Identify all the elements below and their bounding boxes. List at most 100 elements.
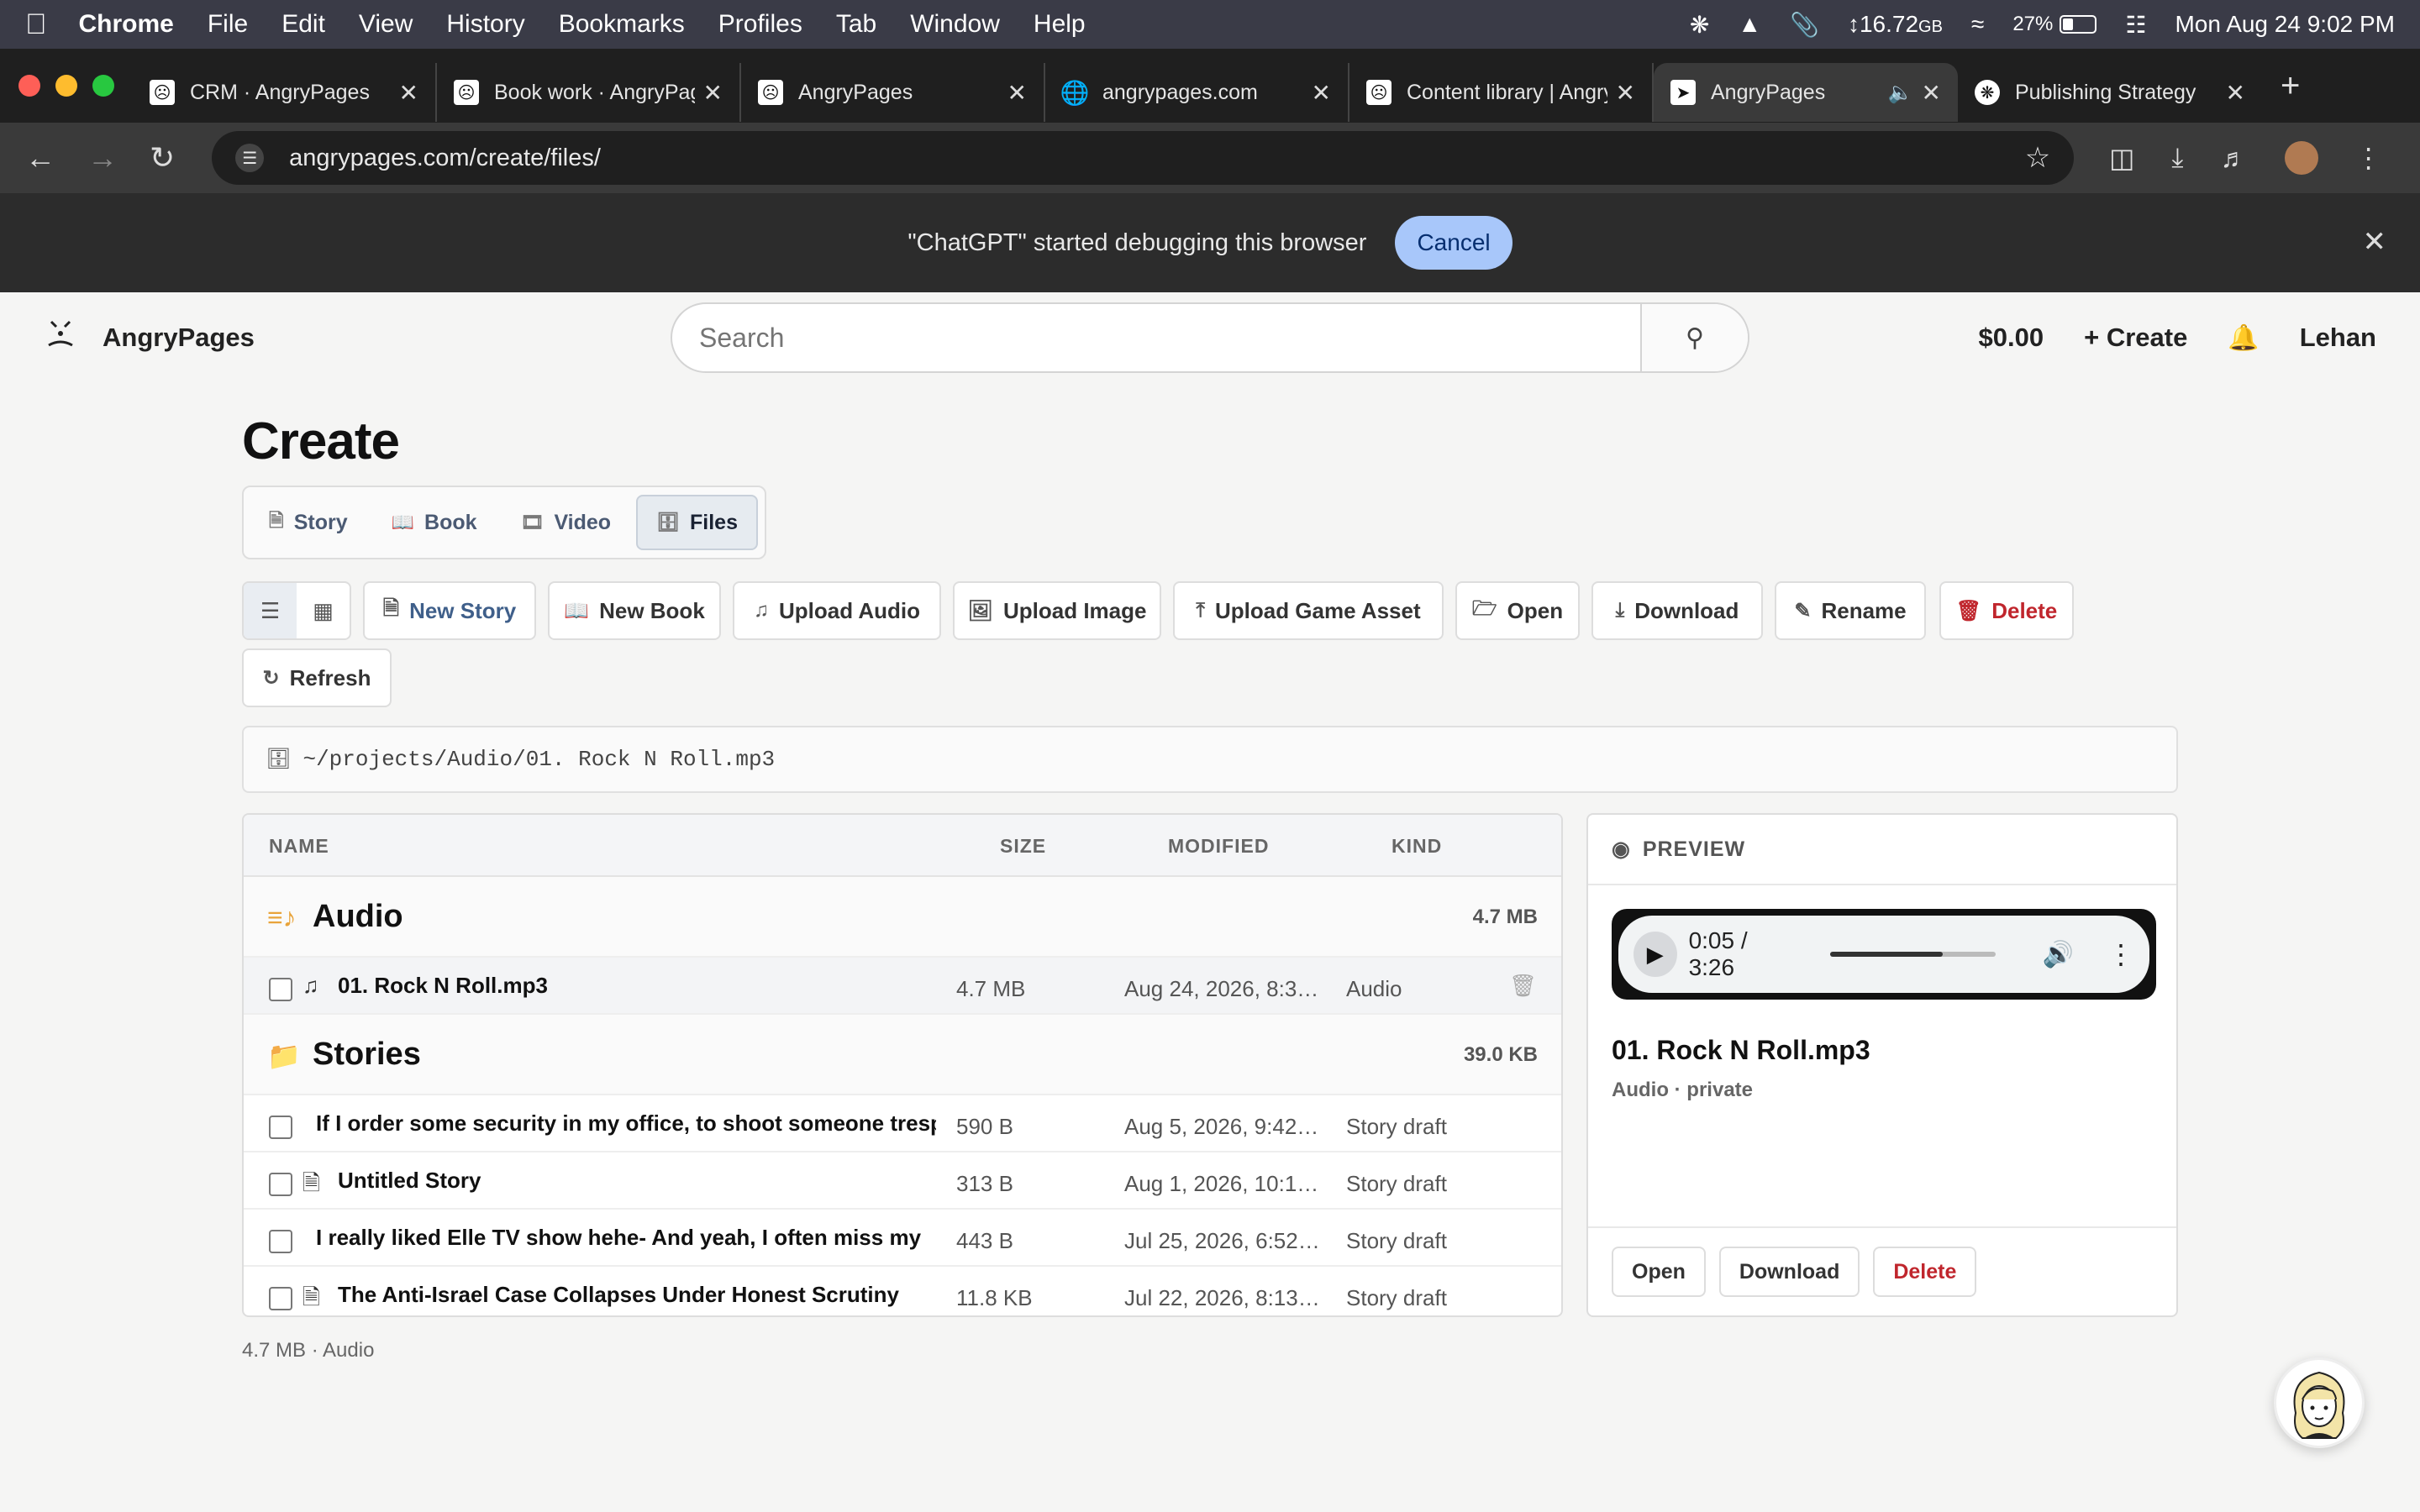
browser-tab-active-angrypages[interactable]: ➤ AngryPages 🔈 ✕ — [1654, 63, 1958, 122]
media-controls-icon[interactable]: ♬ — [2221, 143, 2248, 174]
menu-profiles[interactable]: Profiles — [718, 10, 802, 39]
downloads-icon[interactable]: ⤓ — [2171, 142, 2183, 174]
file-name[interactable]: Untitled Story — [338, 1168, 926, 1194]
browser-tab-publishing-strategy[interactable]: ❋ Publishing Strategy ✕ — [1958, 63, 2262, 122]
menu-edit[interactable]: Edit — [281, 10, 325, 39]
cancel-debugging-button[interactable]: Cancel — [1395, 216, 1512, 270]
url-text[interactable]: angrypages.com/create/files/ — [289, 144, 601, 172]
upload-image-button[interactable]: 🖼 Upload Image — [953, 581, 1161, 640]
close-tab-icon[interactable]: ✕ — [2226, 79, 2245, 107]
close-tab-icon[interactable]: ✕ — [1616, 79, 1635, 107]
chrome-menu-icon[interactable]: ⋮ — [2355, 142, 2382, 174]
volume-icon[interactable]: 🔊 — [2043, 940, 2074, 969]
upload-audio-button[interactable]: ♫ Upload Audio — [733, 581, 941, 640]
column-name[interactable]: NAME — [269, 835, 329, 858]
row-checkbox[interactable] — [269, 978, 292, 1001]
file-name[interactable]: The Anti-Israel Case Collapses Under Hon… — [338, 1282, 936, 1308]
new-tab-button[interactable]: + — [2281, 67, 2300, 105]
new-story-button[interactable]: 🗎 New Story — [363, 581, 536, 640]
assistant-avatar[interactable] — [2274, 1357, 2365, 1448]
menu-app-chrome[interactable]: Chrome — [79, 10, 174, 39]
profile-avatar[interactable] — [2284, 141, 2318, 175]
tab-book[interactable]: 📖 Book — [373, 495, 496, 550]
close-banner-icon[interactable]: ✕ — [2363, 225, 2387, 259]
download-button[interactable]: ⤓ Download — [1591, 581, 1763, 640]
more-options-icon[interactable]: ⋮ — [2107, 938, 2134, 970]
reload-icon[interactable]: ↻ — [150, 140, 175, 176]
bell-icon[interactable]: 🔔 — [2228, 323, 2259, 353]
table-row[interactable]: ♫ 01. Rock N Roll.mp3 4.7 MB Aug 24, 202… — [244, 958, 1561, 1015]
speaker-icon[interactable]: 🔈 — [1888, 81, 1913, 105]
browser-tab-content-library[interactable]: ☹ Content library | AngryPages ✕ — [1349, 63, 1654, 122]
tab-video[interactable]: 🎞 Video — [502, 495, 630, 550]
row-checkbox[interactable] — [269, 1230, 292, 1253]
table-row[interactable]: I really liked Elle TV show hehe- And ye… — [244, 1210, 1561, 1267]
menu-history[interactable]: History — [446, 10, 524, 39]
close-tab-icon[interactable]: ✕ — [703, 79, 723, 107]
close-tab-icon[interactable]: ✕ — [399, 79, 418, 107]
new-book-button[interactable]: 📖 New Book — [548, 581, 721, 640]
site-info-icon[interactable]: ☰ — [235, 144, 265, 172]
wallet-balance[interactable]: $0.00 — [1979, 323, 2044, 353]
open-button[interactable]: 🗁 Open — [1455, 581, 1580, 640]
row-checkbox[interactable] — [269, 1116, 292, 1139]
memory-status[interactable]: ↕16.72GB — [1848, 11, 1943, 38]
play-button[interactable]: ▶ — [1634, 932, 1677, 977]
close-tab-icon[interactable]: ✕ — [1007, 79, 1027, 107]
menu-window[interactable]: Window — [910, 10, 1000, 39]
preview-delete-button[interactable]: Delete — [1873, 1247, 1977, 1297]
column-size[interactable]: SIZE — [1000, 835, 1046, 858]
column-kind[interactable]: KIND — [1392, 835, 1442, 858]
apple-icon[interactable]:  — [25, 8, 47, 41]
close-tab-icon[interactable]: ✕ — [1922, 79, 1941, 107]
control-center-icon[interactable]: ☷ — [2125, 11, 2146, 39]
search-input[interactable] — [672, 304, 1640, 371]
table-row[interactable]: If I order some security in my office, t… — [244, 1095, 1561, 1152]
menubar-clock[interactable]: Mon Aug 24 9:02 PM — [2175, 11, 2395, 38]
browser-tab-crm[interactable]: ☹ CRM · AngryPages ✕ — [133, 63, 437, 122]
menu-bookmarks[interactable]: Bookmarks — [559, 10, 685, 39]
address-bar[interactable]: ☰ angrypages.com/create/files/ ☆ — [212, 131, 2075, 185]
list-view-icon[interactable]: ☰ — [244, 583, 297, 638]
grid-view-icon[interactable]: ▦ — [297, 583, 350, 638]
zoom-window-button[interactable] — [92, 75, 114, 97]
refresh-button[interactable]: ↻ Refresh — [242, 648, 392, 707]
table-row[interactable]: 🗎 Untitled Story 313 B Aug 1, 2026, 10:1… — [244, 1152, 1561, 1210]
group-stories[interactable]: 📁 Stories 39.0 KB — [244, 1015, 1561, 1095]
delete-button[interactable]: 🗑 Delete — [1939, 581, 2074, 640]
wifi-icon[interactable]: ≈ — [1971, 11, 1984, 38]
forward-icon[interactable]: → — [87, 140, 118, 176]
preview-download-button[interactable]: Download — [1718, 1247, 1860, 1297]
menu-view[interactable]: View — [359, 10, 413, 39]
extensions-icon[interactable]: ◫ — [2109, 142, 2134, 174]
upload-game-asset-button[interactable]: ⤒ Upload Game Asset — [1173, 581, 1444, 640]
browser-tab-angrypages-com[interactable]: 🌐 angrypages.com ✕ — [1045, 63, 1349, 122]
bookmark-star-icon[interactable]: ☆ — [2025, 141, 2050, 175]
search-button[interactable]: ⚲ — [1640, 304, 1748, 371]
trash-icon[interactable]: 🗑 — [1509, 973, 1537, 999]
tab-story[interactable]: 🗎 Story — [250, 495, 366, 550]
user-menu[interactable]: Lehan — [2300, 323, 2376, 353]
menu-tab[interactable]: Tab — [836, 10, 876, 39]
file-name[interactable]: I really liked Elle TV show hehe- And ye… — [316, 1225, 936, 1251]
paperclip-icon[interactable]: 📎 — [1790, 11, 1819, 39]
browser-tab-angrypages[interactable]: ☹ AngryPages ✕ — [741, 63, 1045, 122]
preview-open-button[interactable]: Open — [1612, 1247, 1706, 1297]
seek-slider[interactable] — [1829, 952, 1996, 957]
tab-files[interactable]: 🗄 Files — [636, 495, 758, 550]
close-window-button[interactable] — [18, 75, 40, 97]
battery-status[interactable]: 27% — [2012, 13, 2097, 36]
rename-button[interactable]: ✎ Rename — [1775, 581, 1926, 640]
browser-tab-book-work[interactable]: ☹ Book work · AngryPages ✕ — [437, 63, 741, 122]
column-modified[interactable]: MODIFIED — [1168, 835, 1269, 858]
create-button[interactable]: + Create — [2084, 323, 2187, 353]
close-tab-icon[interactable]: ✕ — [1312, 79, 1331, 107]
row-checkbox[interactable] — [269, 1173, 292, 1196]
file-name[interactable]: 01. Rock N Roll.mp3 — [338, 973, 792, 999]
openai-icon[interactable]: ❋ — [1690, 11, 1709, 39]
file-name[interactable]: If I order some security in my office, t… — [316, 1110, 936, 1137]
menu-file[interactable]: File — [208, 10, 248, 39]
back-icon[interactable]: ← — [25, 140, 55, 176]
group-audio[interactable]: ≡♪ Audio 4.7 MB — [244, 877, 1561, 958]
brand-logo[interactable]: AngryPages — [44, 317, 255, 359]
